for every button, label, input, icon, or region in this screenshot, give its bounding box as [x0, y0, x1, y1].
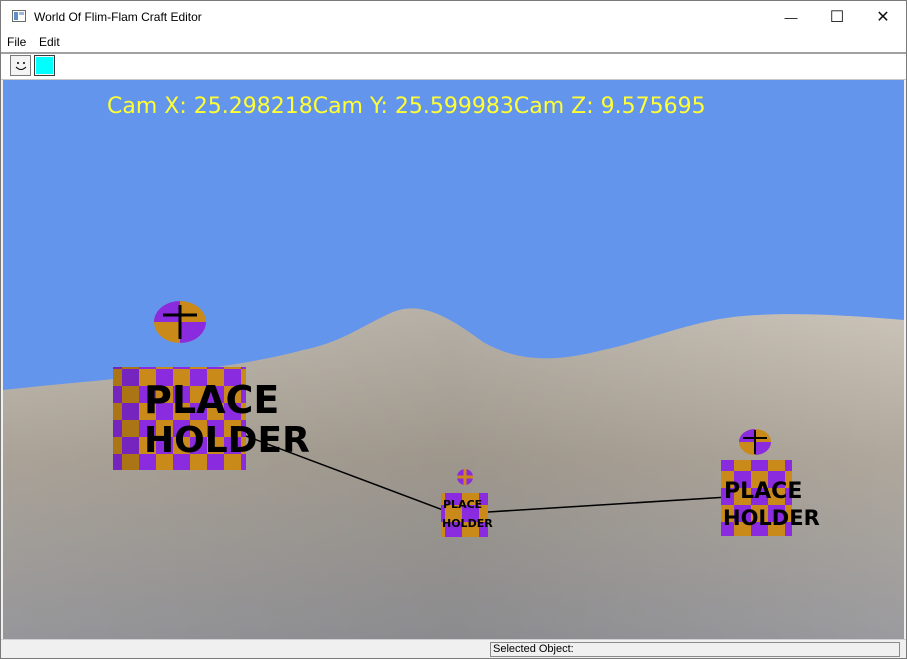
color-swatch-icon [36, 57, 53, 74]
menu-bar: File Edit [1, 33, 906, 52]
maximize-icon: ☐ [829, 9, 845, 26]
crate-right-line2: HOLDER [723, 506, 820, 530]
crate-left-line2: HOLDER [144, 420, 310, 461]
smiley-tool-button[interactable] [10, 55, 31, 76]
crate-middle[interactable]: PLACE HOLDER [441, 493, 493, 537]
menu-file[interactable]: File [7, 35, 26, 49]
crate-left-line1: PLACE [144, 378, 279, 422]
menu-edit[interactable]: Edit [39, 35, 60, 49]
status-bar: Selected Object: [1, 639, 906, 658]
sphere-right[interactable] [739, 429, 771, 455]
window-title: World Of Flim-Flam Craft Editor [34, 10, 202, 24]
close-icon: ✕ [876, 9, 890, 26]
close-button[interactable]: ✕ [860, 1, 906, 33]
toolbar [1, 54, 906, 80]
editor-window: World Of Flim-Flam Craft Editor — ☐ ✕ Fi… [0, 0, 907, 659]
smiley-icon [15, 61, 26, 70]
sphere-left[interactable] [154, 301, 206, 343]
crate-right-line1: PLACE [724, 479, 802, 504]
selected-object-label: Selected Object: [490, 642, 900, 657]
3d-viewport[interactable]: PLACE HOLDER PLACE HOLDER PLACE HOLDER C… [3, 80, 904, 639]
maximize-button[interactable]: ☐ [814, 1, 860, 33]
minimize-button[interactable]: — [768, 1, 814, 33]
title-bar[interactable]: World Of Flim-Flam Craft Editor — ☐ ✕ [1, 1, 906, 33]
app-icon [12, 10, 26, 22]
crate-middle-line2: HOLDER [442, 517, 493, 530]
color-tool-button[interactable] [34, 55, 55, 76]
scene-render: PLACE HOLDER PLACE HOLDER PLACE HOLDER [3, 80, 904, 639]
sphere-middle[interactable] [457, 469, 473, 485]
camera-readout: Cam X: 25.298218Cam Y: 25.599983Cam Z: 9… [107, 94, 706, 119]
crate-middle-line1: PLACE [443, 498, 482, 511]
minimize-icon: — [784, 9, 798, 25]
